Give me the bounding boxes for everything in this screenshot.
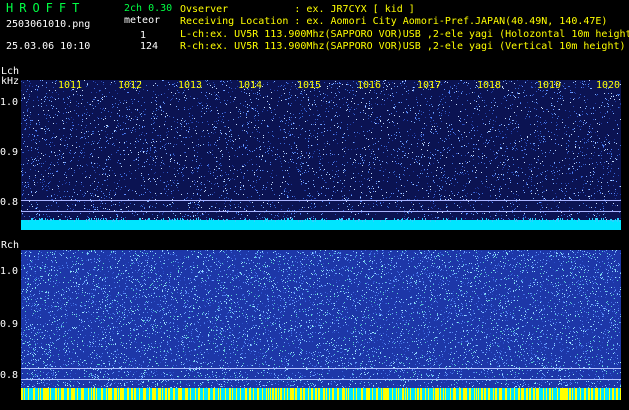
meteor-label: meteor — [124, 15, 161, 26]
time-tick-label: 1011 — [58, 80, 83, 91]
lch-noise-layer — [21, 80, 621, 230]
reference-line — [21, 379, 621, 380]
lch-ytick-1-0: 1.0 — [0, 97, 19, 108]
lch-meteor-count: 1 — [140, 30, 147, 41]
time-tick-label: 1015 — [297, 80, 322, 91]
lch-ytick-0-9: 0.9 — [0, 147, 19, 158]
time-tick-label: 1017 — [417, 80, 442, 91]
rch-meteor-count: 124 — [140, 41, 159, 52]
rch-ytick-0-8: 0.8 — [0, 370, 19, 381]
reference-line — [21, 211, 621, 212]
time-tick-label: 1013 — [178, 80, 203, 91]
rch-noise-layer — [21, 250, 621, 400]
observer-info: Ovserver : ex. JR7CYX [ kid ] — [180, 4, 415, 15]
rch-setup-info: R-ch:ex. UV5R 113.900Mhz(SAPPORO VOR)USB… — [180, 41, 626, 52]
time-tick-label: 1019 — [537, 80, 562, 91]
app-logo: HROFFT — [6, 1, 86, 15]
time-tick-label: 1016 — [357, 80, 382, 91]
lch-spectrogram — [21, 80, 621, 230]
app-version: 2ch 0.30 — [124, 3, 173, 14]
lch-setup-info: L-ch:ex. UV5R 113.900Mhz(SAPPORO VOR)USB… — [180, 29, 629, 40]
frequency-unit-label: kHz — [1, 76, 20, 87]
location-info: Receiving Location : ex. Aomori City Aom… — [180, 16, 608, 27]
file-name: 2503061010.png — [6, 19, 91, 30]
time-tick-label: 1018 — [477, 80, 502, 91]
reference-line — [21, 368, 621, 369]
rch-ytick-1-0: 1.0 — [0, 266, 19, 277]
rch-ytick-0-9: 0.9 — [0, 319, 19, 330]
time-tick-label: 1012 — [118, 80, 143, 91]
rch-spectrogram — [21, 250, 621, 400]
lch-ytick-0-8: 0.8 — [0, 197, 19, 208]
time-tick-label: 1020 — [596, 80, 621, 91]
rch-label: Rch — [1, 240, 20, 251]
time-tick-label: 1014 — [238, 80, 263, 91]
reference-line — [21, 200, 621, 201]
date-time: 25.03.06 10:10 — [6, 41, 91, 52]
